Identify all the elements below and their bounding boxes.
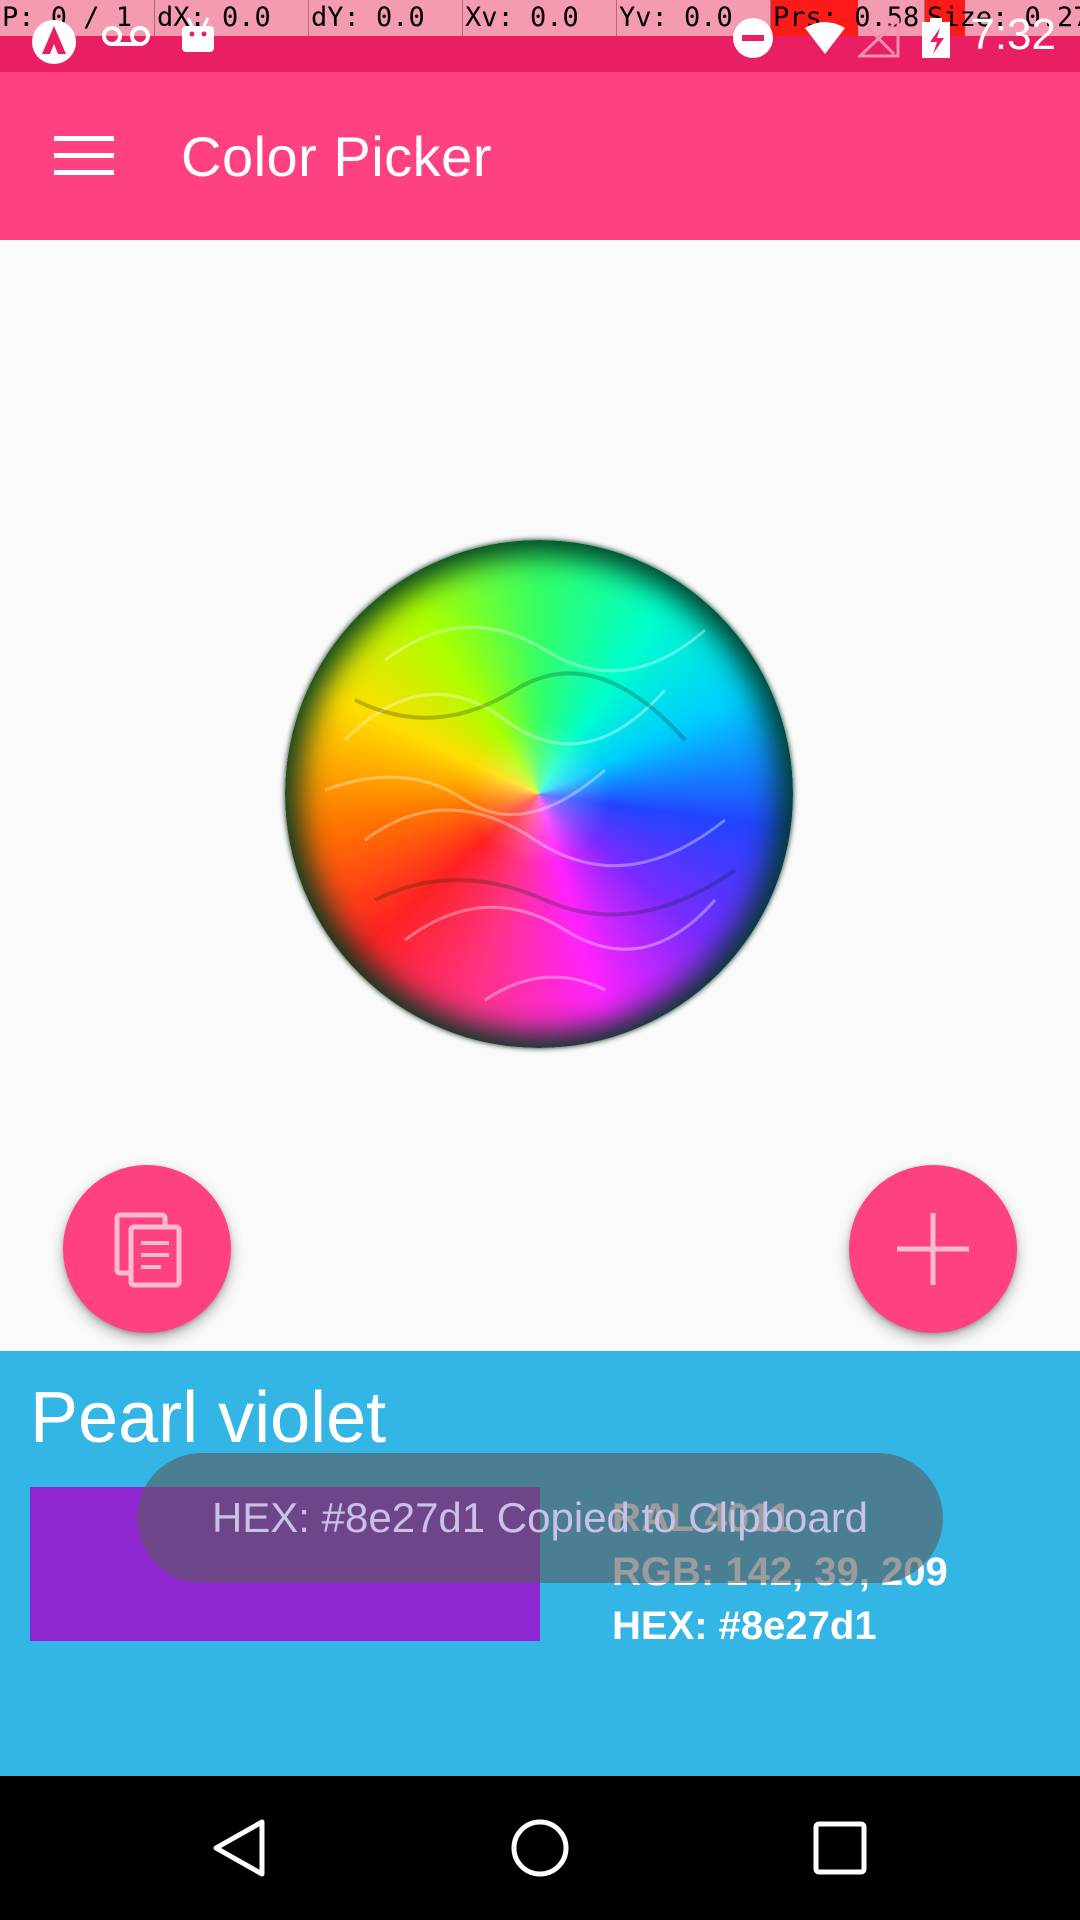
hex-value: HEX: #8e27d1	[612, 1604, 877, 1641]
copy-icon	[114, 1212, 182, 1288]
status-clock: 7:32	[970, 10, 1056, 59]
back-button[interactable]	[190, 1798, 290, 1898]
recents-icon	[813, 1821, 867, 1875]
recents-button[interactable]	[790, 1798, 890, 1898]
do-not-disturb-icon	[733, 18, 773, 58]
hamburger-menu-icon-bar	[54, 170, 114, 175]
plus-icon	[897, 1213, 969, 1285]
color-name: Pearl violet	[30, 1378, 387, 1458]
navigation-bar	[0, 1776, 1080, 1920]
debug-dy: dY: 0.0	[308, 0, 462, 36]
color-wheel-swirl	[324, 625, 737, 1002]
app-notification-icon	[32, 20, 76, 64]
color-wheel[interactable]	[285, 540, 793, 1048]
wifi-icon	[805, 22, 845, 54]
debug-pressure: Prs: 0.58	[770, 0, 924, 36]
hamburger-menu-icon	[54, 136, 114, 141]
pointer-location-overlay: P: 0 / 1 dX: 0.0 dY: 0.0 Xv: 0.0 Yv: 0.0…	[0, 0, 1080, 36]
home-icon	[511, 1819, 569, 1877]
app-title: Color Picker	[181, 125, 492, 188]
no-signal-icon	[858, 18, 900, 58]
debug-xv: Xv: 0.0	[462, 0, 616, 36]
home-button[interactable]	[490, 1798, 590, 1898]
battery-icon	[922, 18, 950, 58]
add-button[interactable]	[849, 1165, 1017, 1333]
menu-button[interactable]	[42, 126, 122, 186]
toast-message: HEX: #8e27d1 Copied to Clipboard	[137, 1453, 943, 1583]
copy-button[interactable]	[63, 1165, 231, 1333]
back-icon	[213, 1819, 265, 1877]
hamburger-menu-icon-bar	[54, 153, 114, 158]
app-bar: Color Picker	[0, 72, 1080, 240]
android-icon	[182, 17, 214, 52]
voicemail-icon	[102, 26, 150, 46]
